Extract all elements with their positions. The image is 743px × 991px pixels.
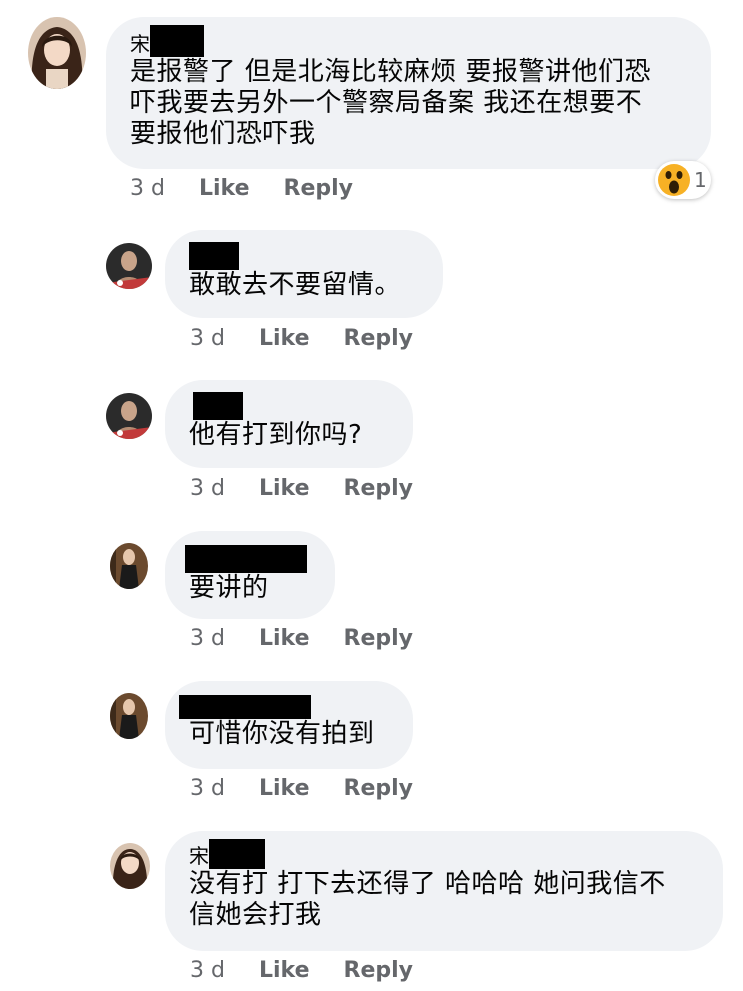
reply-button[interactable]: Reply <box>344 626 414 651</box>
timestamp[interactable]: 3 d <box>190 776 225 801</box>
comment-actions: 3 d Like Reply <box>190 626 413 651</box>
comment-actions: 3 d Like Reply <box>130 176 353 201</box>
timestamp[interactable]: 3 d <box>190 476 225 501</box>
wow-emoji-icon <box>658 164 690 196</box>
comment-text-line: 他有打到你吗? <box>189 420 363 450</box>
commenter-name-prefix: 宋 <box>130 32 150 56</box>
comment-text-line: 要报他们恐吓我 <box>130 119 316 149</box>
avatar[interactable] <box>106 243 152 289</box>
commenter-name[interactable]: 宋 <box>189 839 699 869</box>
comment-actions: 3 d Like Reply <box>190 326 413 351</box>
avatar[interactable] <box>106 393 152 439</box>
comment-actions: 3 d Like Reply <box>190 776 413 801</box>
commenter-name[interactable] <box>189 392 389 420</box>
timestamp[interactable]: 3 d <box>190 326 225 351</box>
redacted-name <box>179 695 311 719</box>
comment-text: 没有打 打下去还得了 哈哈哈 她问我信不 信她会打我 <box>189 869 699 931</box>
comment-text: 他有打到你吗? <box>189 420 389 451</box>
avatar[interactable] <box>110 543 148 589</box>
redacted-name <box>209 839 265 869</box>
commenter-name[interactable] <box>179 695 393 719</box>
reaction-count: 1 <box>694 168 707 192</box>
commenter-name[interactable] <box>185 545 315 573</box>
comment-bubble: 宋 没有打 打下去还得了 哈哈哈 她问我信不 信她会打我 <box>165 831 723 951</box>
reply-button[interactable]: Reply <box>284 176 354 201</box>
comment-bubble: 他有打到你吗? <box>165 380 413 468</box>
commenter-name[interactable]: 宋 <box>130 25 687 57</box>
redacted-name <box>150 25 204 57</box>
comment-text-line: 信她会打我 <box>189 900 322 930</box>
like-button[interactable]: Like <box>259 476 310 501</box>
comment-text-line: 可惜你没有拍到 <box>189 719 375 749</box>
comment-text-line: 是报警了 但是北海比较麻烦 要报警讲他们恐 <box>130 57 652 87</box>
like-button[interactable]: Like <box>259 958 310 983</box>
avatar[interactable] <box>110 693 148 739</box>
reply-button[interactable]: Reply <box>344 958 414 983</box>
like-button[interactable]: Like <box>259 626 310 651</box>
comment-actions: 3 d Like Reply <box>190 958 413 983</box>
comment-bubble: 宋 是报警了 但是北海比较麻烦 要报警讲他们恐 吓我要去另外一个警察局备案 我还… <box>106 17 711 169</box>
timestamp[interactable]: 3 d <box>190 626 225 651</box>
reaction-badge[interactable]: 1 <box>655 161 711 199</box>
comment-text: 是报警了 但是北海比较麻烦 要报警讲他们恐 吓我要去另外一个警察局备案 我还在想… <box>130 57 687 150</box>
avatar[interactable] <box>28 17 86 89</box>
timestamp[interactable]: 3 d <box>190 958 225 983</box>
comment-actions: 3 d Like Reply <box>190 476 413 501</box>
comment-text: 要讲的 <box>189 573 315 604</box>
redacted-name <box>193 392 243 420</box>
comment-bubble: 要讲的 <box>165 531 335 619</box>
like-button[interactable]: Like <box>199 176 250 201</box>
comment-text: 敢敢去不要留情。 <box>189 270 419 301</box>
reply-button[interactable]: Reply <box>344 776 414 801</box>
comment-bubble: 可惜你没有拍到 <box>165 681 413 769</box>
redacted-name <box>189 242 239 270</box>
reply-button[interactable]: Reply <box>344 476 414 501</box>
comment-bubble: 敢敢去不要留情。 <box>165 230 443 318</box>
redacted-name <box>185 545 307 573</box>
commenter-name[interactable] <box>189 242 419 270</box>
timestamp[interactable]: 3 d <box>130 176 165 201</box>
comment-text-line: 敢敢去不要留情。 <box>189 270 402 300</box>
like-button[interactable]: Like <box>259 776 310 801</box>
avatar[interactable] <box>110 843 150 889</box>
commenter-name-prefix: 宋 <box>189 844 209 868</box>
comment-text-line: 要讲的 <box>189 573 269 603</box>
comment-text-line: 吓我要去另外一个警察局备案 我还在想要不 <box>130 88 643 118</box>
reply-button[interactable]: Reply <box>344 326 414 351</box>
comment-text: 可惜你没有拍到 <box>189 719 393 750</box>
comment-text-line: 没有打 打下去还得了 哈哈哈 她问我信不 <box>189 869 666 899</box>
like-button[interactable]: Like <box>259 326 310 351</box>
